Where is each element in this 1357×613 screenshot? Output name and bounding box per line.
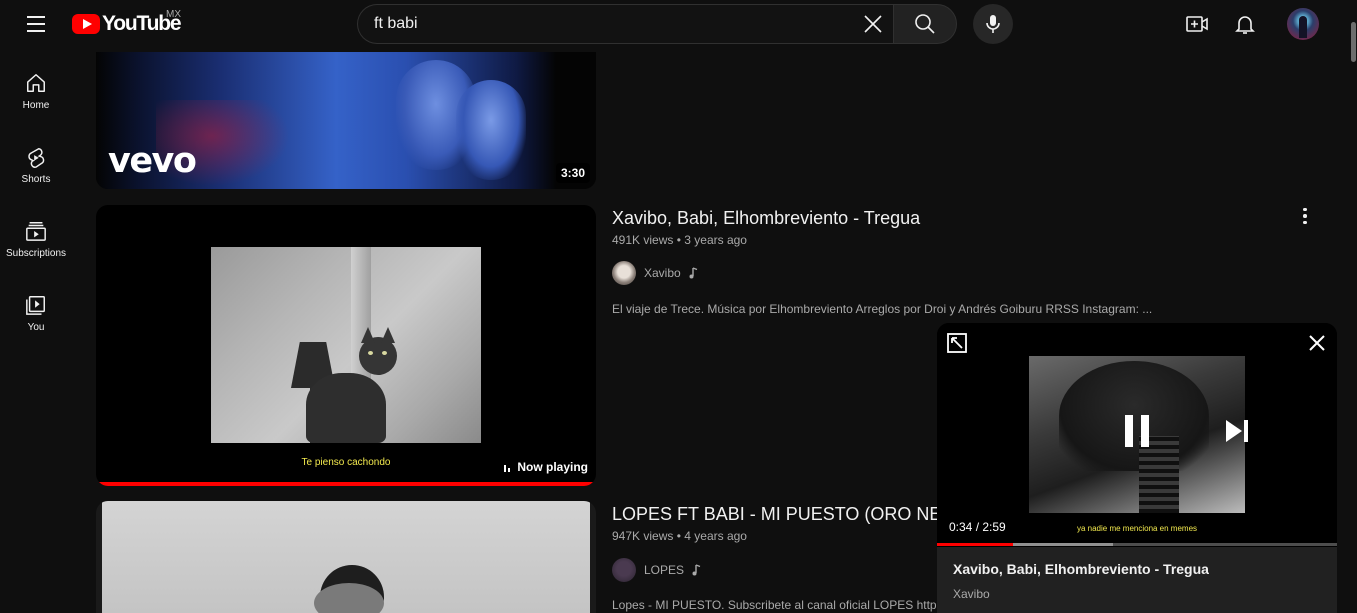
bell-icon <box>1235 16 1255 34</box>
upload-age: 3 years ago <box>684 233 747 247</box>
you-icon <box>26 296 45 315</box>
close-miniplayer-button[interactable] <box>1305 331 1329 355</box>
masthead: YouTube MX <box>0 0 1350 52</box>
music-note-icon <box>689 267 697 279</box>
channel-name: LOPES <box>644 563 685 577</box>
guide-item-you[interactable]: You <box>0 274 72 348</box>
miniplayer-channel: Xavibo <box>953 587 990 601</box>
country-code: MX <box>166 9 181 20</box>
time-display: 0:34 / 2:59 <box>949 520 1006 534</box>
create-button[interactable] <box>1181 8 1213 40</box>
guide-item-shorts[interactable]: Shorts <box>0 126 72 200</box>
channel-link[interactable]: Xavibo <box>612 261 699 285</box>
close-icon <box>1309 335 1325 351</box>
expand-button[interactable] <box>945 331 969 355</box>
now-playing-badge: Now playing <box>503 460 588 474</box>
video-thumbnail[interactable]: Te pienso cachondo Now playing <box>96 205 596 486</box>
vevo-watermark: vevo <box>108 141 197 181</box>
pause-icon <box>1125 415 1149 447</box>
more-actions-button[interactable] <box>1293 204 1317 228</box>
create-video-icon <box>1186 16 1208 32</box>
video-metadata: 947K views • 4 years ago <box>612 529 747 543</box>
guide-item-subscriptions[interactable]: Subscriptions <box>0 200 72 274</box>
watched-progress-bar <box>96 482 596 486</box>
cat-body <box>306 373 386 443</box>
cat-eye <box>368 351 373 355</box>
guide-label: You <box>27 322 45 333</box>
search-button[interactable] <box>893 4 957 44</box>
music-note-icon <box>692 564 701 576</box>
played-bar <box>937 543 1013 546</box>
search-bar <box>357 4 957 44</box>
home-icon <box>27 74 45 92</box>
video-thumbnail[interactable] <box>96 501 596 613</box>
shorts-icon <box>28 147 45 168</box>
channel-avatar <box>612 558 636 582</box>
guide-label: Home <box>22 100 50 111</box>
search-icon <box>915 14 935 34</box>
expand-icon <box>947 333 967 353</box>
youtube-logo[interactable]: YouTube MX <box>72 9 182 38</box>
thumbnail-image <box>211 247 481 443</box>
next-button[interactable] <box>1224 419 1250 443</box>
guide-label: Subscriptions <box>5 248 67 259</box>
equalizer-icon <box>504 465 511 472</box>
video-description: El viaje de Trece. Música por Elhombrevi… <box>612 302 1153 316</box>
miniplayer-info[interactable]: Xavibo, Babi, Elhombreviento - Tregua Xa… <box>937 547 1337 613</box>
cat-ear <box>361 327 375 343</box>
menu-icon[interactable] <box>20 8 52 40</box>
view-count: 491K views <box>612 233 674 247</box>
scrollbar-thumb[interactable] <box>1351 22 1356 62</box>
duration-badge: 3:30 <box>555 163 590 183</box>
subscriptions-icon <box>26 222 46 241</box>
guide-item-home[interactable]: Home <box>0 52 72 126</box>
video-description: Lopes - MI PUESTO. Subscribete al canal … <box>612 598 963 612</box>
voice-search-button[interactable] <box>973 4 1013 44</box>
miniplayer: 0:34 / 2:59 ya nadie me menciona en meme… <box>937 323 1337 613</box>
subtitle-text: ya nadie me menciona en memes <box>1076 524 1198 533</box>
microphone-icon <box>986 15 1000 33</box>
now-playing-label: Now playing <box>517 460 588 474</box>
view-count: 947K views <box>612 529 674 543</box>
cat-ear <box>381 327 395 343</box>
skip-next-icon <box>1226 420 1248 442</box>
video-title[interactable]: LOPES FT BABI - MI PUESTO (ORO NEGRO) <box>612 504 988 525</box>
search-input[interactable] <box>374 15 853 33</box>
close-icon <box>864 15 882 33</box>
youtube-play-icon <box>72 14 100 34</box>
channel-name: Xavibo <box>644 266 681 280</box>
search-box <box>357 4 893 44</box>
notifications-button[interactable] <box>1229 8 1261 40</box>
mini-guide: Home Shorts Subscriptions You <box>0 52 72 348</box>
clear-search-button[interactable] <box>853 5 893 43</box>
miniplayer-video[interactable]: 0:34 / 2:59 ya nadie me menciona en meme… <box>937 323 1337 546</box>
miniplayer-progress-track[interactable] <box>937 543 1337 546</box>
channel-avatar <box>612 261 636 285</box>
upload-age: 4 years ago <box>684 529 747 543</box>
pause-button[interactable] <box>1121 413 1153 449</box>
video-title[interactable]: Xavibo, Babi, Elhombreviento - Tregua <box>612 208 920 229</box>
thumbnail-image <box>102 501 590 613</box>
cat-eye <box>382 351 387 355</box>
video-metadata: 491K views • 3 years ago <box>612 233 747 247</box>
guide-label: Shorts <box>21 174 51 185</box>
channel-link[interactable]: LOPES <box>612 558 702 582</box>
miniplayer-title: Xavibo, Babi, Elhombreviento - Tregua <box>953 561 1209 577</box>
hand-shape <box>456 80 526 180</box>
scrollbar-track[interactable] <box>1350 0 1357 613</box>
video-thumbnail[interactable]: vevo 3:30 <box>96 40 596 189</box>
account-avatar[interactable] <box>1287 8 1319 40</box>
